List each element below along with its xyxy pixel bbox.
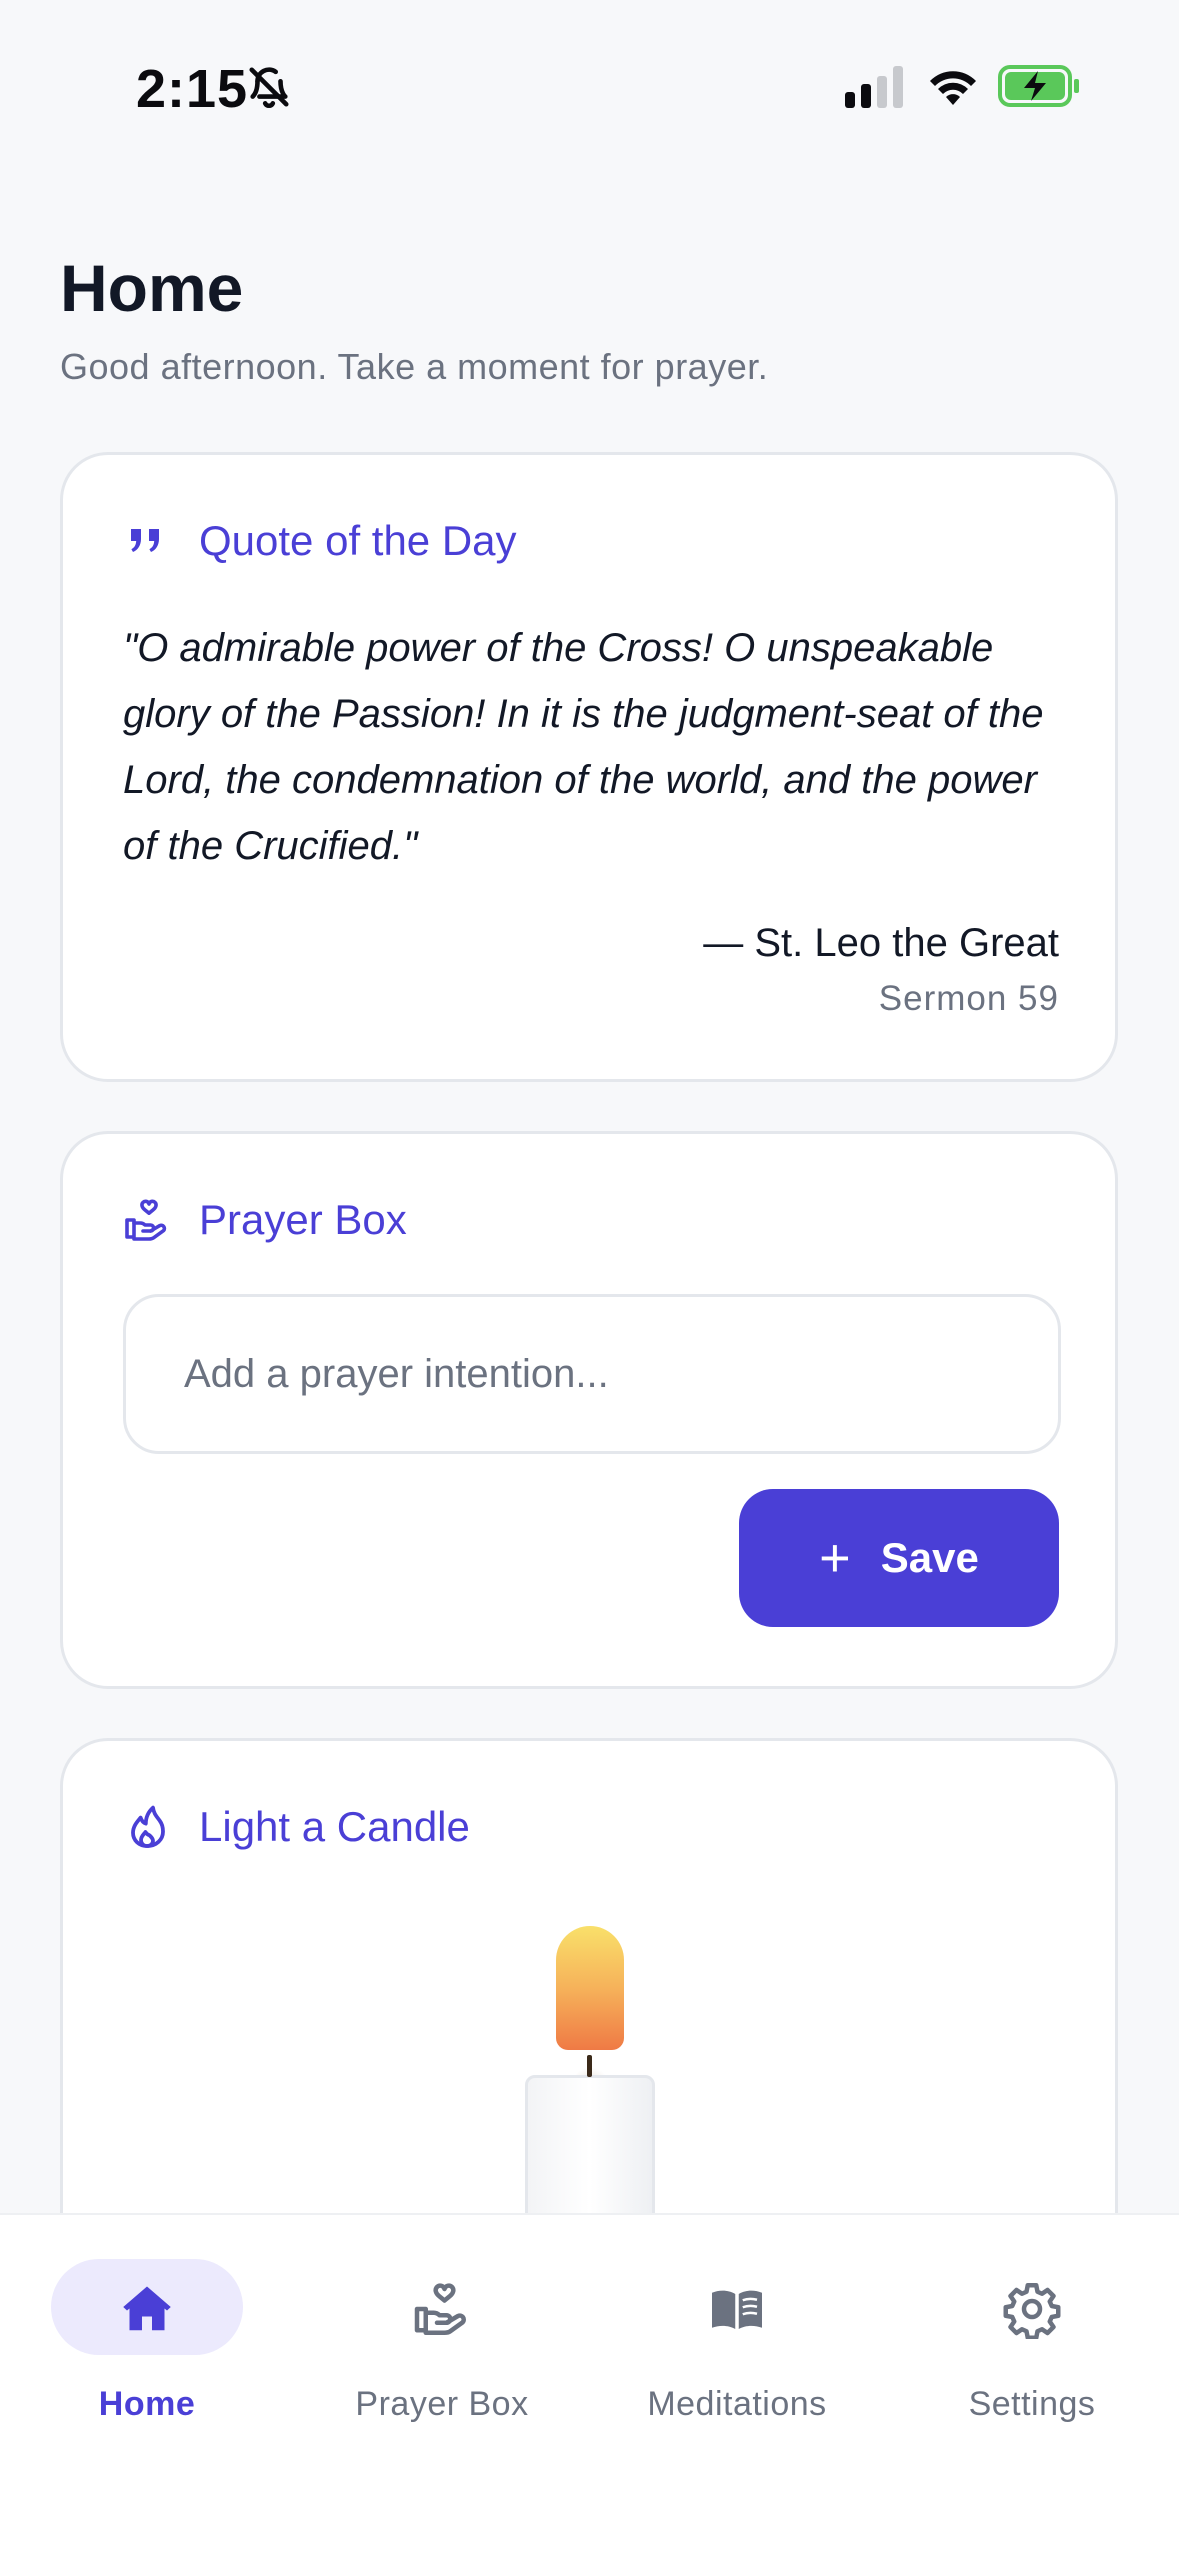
prayer-intention-input[interactable]	[123, 1294, 1061, 1454]
plus-icon: +	[819, 1528, 851, 1588]
prayer-box-card-title: Prayer Box	[199, 1196, 407, 1243]
tab-prayer-box[interactable]: Prayer Box	[322, 2255, 562, 2425]
quote-source: Sermon 59	[878, 979, 1059, 1018]
candle-card-title: Light a Candle	[199, 1803, 470, 1850]
candle-card-header: Light a Candle	[123, 1803, 470, 1851]
quote-icon	[131, 529, 159, 552]
gear-icon	[1003, 2283, 1061, 2339]
tab-settings-label: Settings	[968, 2385, 1096, 2423]
status-bar: 2:15	[0, 0, 1179, 170]
candle-flame[interactable]	[556, 1926, 624, 2050]
status-time: 2:15	[136, 59, 249, 119]
prayer-box-card: Prayer Box + Save	[60, 1131, 1118, 1689]
tab-prayer-box-label: Prayer Box	[355, 2385, 529, 2423]
tab-meditations[interactable]: Meditations	[617, 2255, 857, 2425]
quote-text: "O admirable power of the Cross! O unspe…	[123, 626, 1044, 868]
wifi-icon	[930, 71, 976, 105]
save-button-label: Save	[880, 1534, 979, 1581]
book-open-icon	[712, 2290, 762, 2329]
tab-settings[interactable]: Settings	[912, 2255, 1152, 2425]
quote-card-header: Quote of the Day	[123, 517, 517, 565]
page-subtitle: Good afternoon. Take a moment for prayer…	[60, 346, 769, 387]
tab-meditations-label: Meditations	[647, 2385, 827, 2423]
quote-of-the-day-card: Quote of the Day "O admirable power of t…	[60, 452, 1118, 1082]
bottom-tab-bar: Home Prayer Box Meditations Settings	[0, 2213, 1179, 2556]
home-screen: 2:15 Home Good afternoon. Take a moment …	[0, 0, 1179, 2556]
tab-home[interactable]: Home	[27, 2255, 267, 2425]
flame-icon	[131, 1805, 165, 1848]
cellular-signal-icon	[845, 66, 903, 108]
quote-author: — St. Leo the Great	[703, 921, 1059, 965]
quote-card-title: Quote of the Day	[199, 517, 517, 564]
page-title: Home	[60, 251, 244, 325]
hand-heart-icon	[414, 2283, 466, 2335]
hand-heart-icon	[125, 1199, 167, 1241]
bell-slash-icon	[249, 67, 289, 109]
tab-home-label: Home	[98, 2385, 196, 2423]
candle-wick	[587, 2055, 592, 2077]
save-button[interactable]: + Save	[739, 1489, 1059, 1627]
battery-charging-icon	[998, 65, 1079, 107]
home-icon	[123, 2286, 171, 2331]
prayer-box-card-header: Prayer Box	[123, 1196, 407, 1244]
